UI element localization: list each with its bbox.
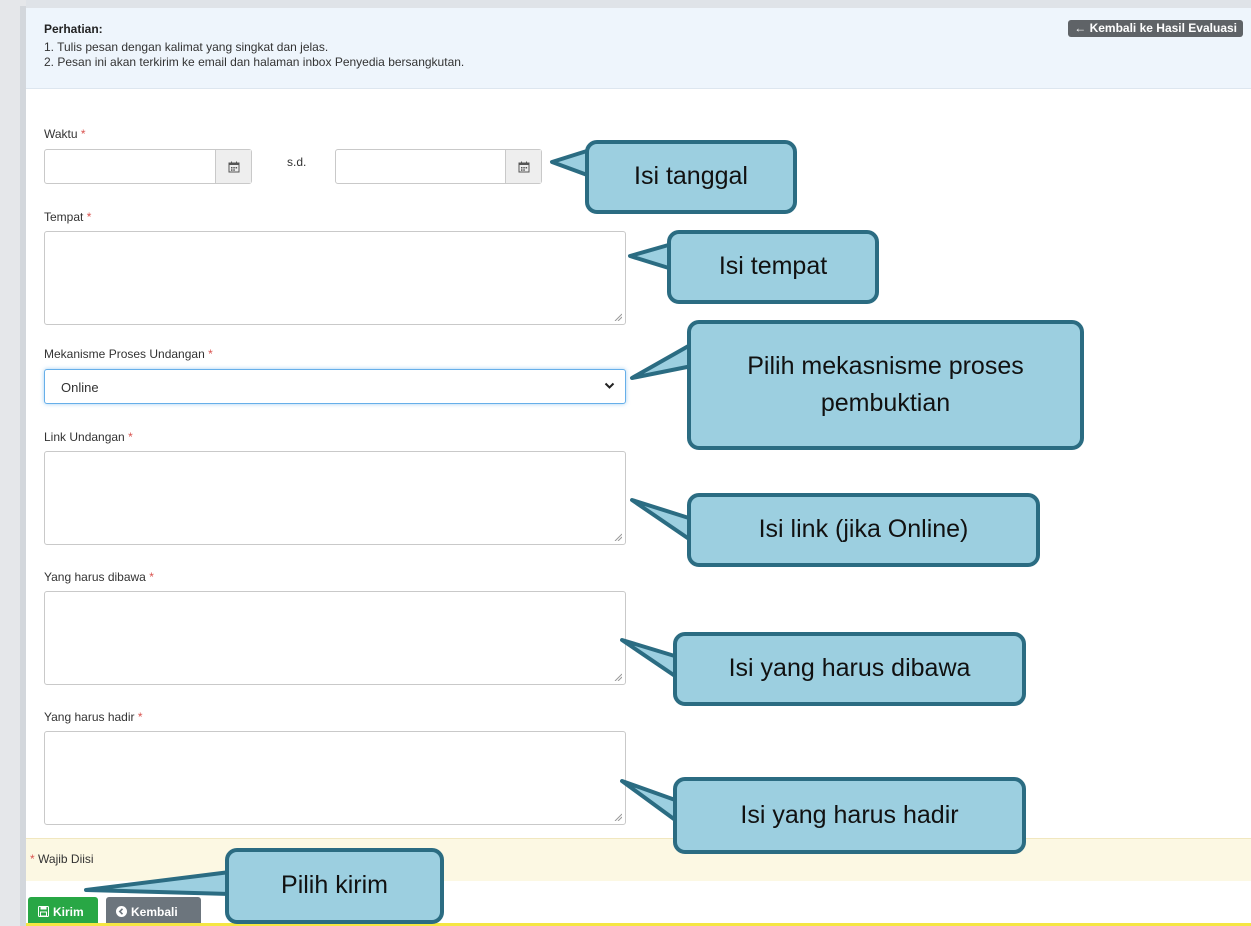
- callout-link: Isi link (jika Online): [687, 493, 1040, 567]
- callout-pointer-cover: [228, 152, 696, 892]
- callout-mekanisme: Pilih mekasnisme proses pembuktian: [687, 320, 1084, 450]
- callout-tempat: Isi tempat: [667, 230, 879, 304]
- callout-hadir: Isi yang harus hadir: [673, 777, 1026, 854]
- callout-dibawa: Isi yang harus dibawa: [673, 632, 1026, 706]
- callout-kirim: Pilih kirim: [225, 848, 444, 924]
- callout-tanggal: Isi tanggal: [585, 140, 797, 214]
